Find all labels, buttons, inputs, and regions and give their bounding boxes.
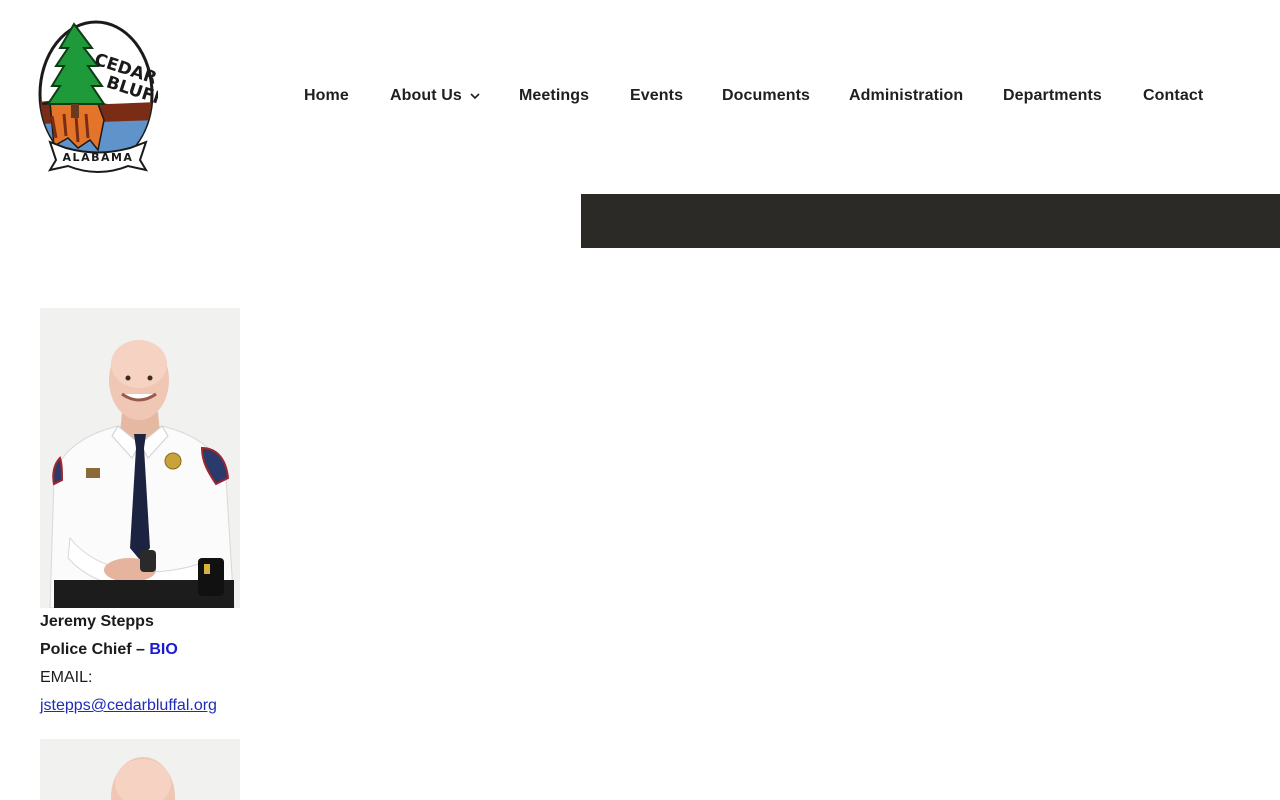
nav-item-home[interactable]: Home	[304, 84, 349, 108]
staff-email-label: EMAIL:	[40, 669, 93, 686]
staff-name: Jeremy Stepps	[40, 613, 154, 630]
nav-item-events[interactable]: Events	[630, 84, 683, 108]
nav-item-administration[interactable]: Administration	[849, 84, 963, 108]
chevron-down-icon	[470, 84, 480, 108]
page-title-bar	[581, 194, 1280, 248]
cedar-bluff-seal-logo: CEDAR BLUFF ALABAMA	[38, 20, 158, 173]
nav-item-documents[interactable]: Documents	[722, 84, 810, 108]
nav-item-about-us[interactable]: About Us	[390, 84, 480, 108]
nav-item-departments[interactable]: Departments	[1003, 84, 1102, 108]
nav-item-meetings[interactable]: Meetings	[519, 84, 589, 108]
nav-item-contact[interactable]: Contact	[1143, 84, 1203, 108]
staff-bio-link[interactable]: BIO	[149, 641, 177, 658]
logo-banner-text: ALABAMA	[63, 151, 134, 164]
staff-title-text: Police Chief –	[40, 641, 145, 658]
staff-photo	[40, 308, 240, 608]
site-logo[interactable]: CEDAR BLUFF ALABAMA	[38, 20, 158, 174]
staff-email-link[interactable]: jstepps@cedarbluffal.org	[40, 697, 217, 714]
nav-item-label: About Us	[390, 87, 462, 105]
staff-title: Police Chief – BIO	[40, 636, 280, 664]
staff-card: Jeremy Stepps Police Chief – BIO EMAIL: …	[40, 308, 280, 720]
staff-photo-2	[40, 739, 240, 800]
